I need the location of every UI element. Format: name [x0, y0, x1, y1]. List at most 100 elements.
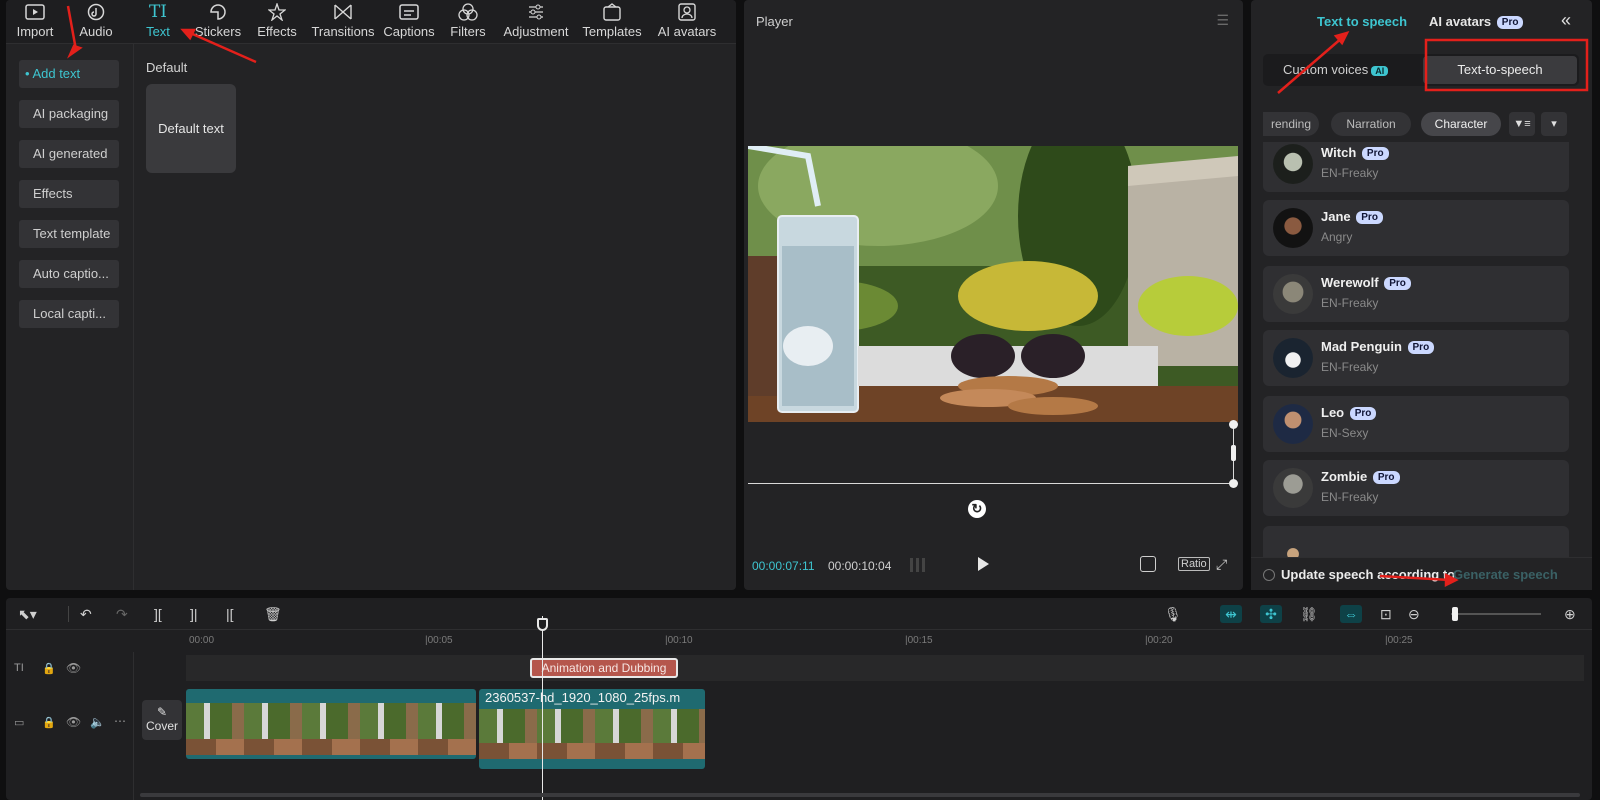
- voice-name: Werewolf Pro: [1321, 275, 1411, 291]
- tab-ai-avatars[interactable]: AI avatars Pro: [1429, 14, 1524, 30]
- tool-ai-avatars[interactable]: AI avatars: [656, 2, 718, 42]
- side-nav-ai-generated[interactable]: AI generated: [19, 140, 119, 168]
- toolbar-divider: [68, 606, 69, 622]
- eye-icon[interactable]: 👁: [66, 715, 81, 729]
- side-nav-add-text[interactable]: • Add text: [19, 60, 119, 88]
- delete-icon[interactable]: 🗑: [264, 605, 282, 623]
- eye-icon[interactable]: 👁: [66, 661, 81, 675]
- default-text-card[interactable]: Default text: [146, 84, 236, 173]
- side-nav-auto-captions[interactable]: Auto captio...: [19, 260, 119, 288]
- voice-item[interactable]: [1263, 526, 1569, 557]
- voice-item[interactable]: Mad Penguin Pro EN-Freaky: [1263, 330, 1569, 386]
- video-preview[interactable]: [748, 146, 1238, 422]
- fullscreen-fit-icon[interactable]: [1140, 556, 1156, 572]
- voice-style: EN-Freaky: [1321, 296, 1379, 310]
- filters-icon: [458, 2, 478, 22]
- resize-handle[interactable]: [1229, 479, 1238, 488]
- ratio-button[interactable]: Ratio: [1178, 557, 1210, 571]
- tool-adjustment[interactable]: Adjustment: [502, 2, 570, 42]
- tool-stickers[interactable]: Stickers: [194, 2, 242, 42]
- voice-item[interactable]: Jane Pro Angry: [1263, 200, 1569, 256]
- cover-button[interactable]: ✎ Cover: [142, 700, 182, 740]
- tab-text-to-speech[interactable]: Text to speech: [1317, 14, 1407, 29]
- video-clip-selected[interactable]: 2360537-hd_1920_1080_25fps.m: [479, 689, 705, 769]
- time-ruler[interactable]: 00:00 |00:05 |00:10 |00:15 |00:20 |00:25: [186, 630, 1586, 652]
- side-nav-local-captions[interactable]: Local capti...: [19, 300, 119, 328]
- text-track: Animation and Dubbing: [186, 655, 1584, 681]
- video-track-icon: ▭: [14, 717, 25, 729]
- zoom-in-icon[interactable]: ⊕: [1564, 605, 1576, 623]
- ruler-tick: |00:15: [905, 635, 933, 646]
- timecode-grid-icon[interactable]: [910, 558, 928, 572]
- voice-item[interactable]: Werewolf Pro EN-Freaky: [1263, 266, 1569, 322]
- playhead-handle[interactable]: [537, 618, 548, 631]
- split-right-icon[interactable]: |[: [226, 605, 234, 623]
- track-headers: TI 🔒 👁 ▭ 🔒 👁 🔈 ⋯: [6, 652, 134, 800]
- select-cursor-icon[interactable]: ⬉▾: [18, 605, 37, 623]
- lock-icon[interactable]: 🔒: [42, 662, 56, 675]
- update-speech-checkbox[interactable]: [1263, 569, 1275, 581]
- ai-avatar-icon: [678, 2, 696, 22]
- generate-speech-button[interactable]: Generate speech: [1453, 567, 1558, 582]
- tool-templates[interactable]: Templates: [582, 2, 642, 42]
- resize-handle[interactable]: [1229, 420, 1238, 429]
- tool-text[interactable]: TI Text: [142, 2, 174, 42]
- playhead[interactable]: [542, 616, 543, 800]
- magnet-link-icon[interactable]: ⇹: [1220, 605, 1242, 623]
- side-nav-effects[interactable]: Effects: [19, 180, 119, 208]
- split-icon[interactable]: ][: [154, 605, 162, 623]
- split-left-icon[interactable]: ]|: [190, 605, 198, 623]
- lock-icon[interactable]: 🔒: [42, 716, 56, 729]
- zoom-fit-icon[interactable]: ⊡: [1380, 605, 1392, 623]
- redo-icon[interactable]: ↷: [116, 605, 128, 623]
- audio-mute-icon[interactable]: 🔈: [90, 715, 105, 729]
- chip-narration[interactable]: Narration: [1331, 112, 1411, 136]
- avatar: [1273, 468, 1313, 508]
- tool-audio[interactable]: Audio: [76, 2, 116, 42]
- link-icon[interactable]: ⛓: [1300, 605, 1318, 623]
- preview-axis-icon[interactable]: ⇔: [1340, 605, 1362, 623]
- fullscreen-icon[interactable]: ⤢: [1216, 556, 1227, 573]
- zoom-slider[interactable]: [1451, 613, 1541, 615]
- voice-item[interactable]: Witch Pro EN-Freaky: [1263, 142, 1569, 192]
- timeline-toolbar: ⬉▾ ↶ ↷ ][ ]| |[ 🗑 🎙 ⇹ ✣ ⛓ ⇔ ⊡ ⊖ ⊕: [6, 598, 1592, 630]
- menu-icon[interactable]: ☰: [1216, 12, 1229, 29]
- more-icon[interactable]: ⋯: [114, 714, 126, 728]
- rotate-icon[interactable]: ↻: [968, 500, 986, 518]
- tool-transitions[interactable]: Transitions: [310, 2, 376, 42]
- voice-style: Angry: [1321, 230, 1353, 244]
- pencil-icon: ✎: [156, 705, 168, 719]
- video-clip[interactable]: [186, 689, 476, 759]
- pro-badge: Pro: [1496, 16, 1524, 30]
- text-clip[interactable]: Animation and Dubbing: [530, 658, 678, 678]
- chip-character[interactable]: Character: [1421, 112, 1501, 136]
- filter-icon[interactable]: ▼≡: [1509, 112, 1535, 136]
- voice-item[interactable]: Zombie Pro EN-Freaky: [1263, 460, 1569, 516]
- voice-name: Witch Pro: [1321, 145, 1389, 161]
- tool-filters[interactable]: Filters: [450, 2, 486, 42]
- selection-box-edge: [748, 483, 1234, 484]
- pro-badge: Pro: [1356, 211, 1383, 225]
- segment-custom-voices[interactable]: Custom voices AI: [1283, 62, 1389, 77]
- side-nav-text-template[interactable]: Text template: [19, 220, 119, 248]
- tool-effects[interactable]: Effects: [256, 2, 298, 42]
- voice-name-text: Werewolf: [1321, 275, 1379, 290]
- resize-handle[interactable]: [1231, 445, 1236, 461]
- timeline-scrollbar[interactable]: [140, 793, 1580, 797]
- zoom-out-icon[interactable]: ⊖: [1408, 605, 1420, 623]
- segment-text-to-speech[interactable]: Text-to-speech: [1423, 56, 1577, 84]
- tool-import[interactable]: Import: [14, 2, 56, 42]
- voice-item[interactable]: Leo Pro EN-Sexy: [1263, 396, 1569, 452]
- zoom-slider-knob[interactable]: [1452, 607, 1458, 621]
- chevron-down-icon[interactable]: ▾: [1541, 112, 1567, 136]
- side-nav-ai-packaging[interactable]: AI packaging: [19, 100, 119, 128]
- microphone-icon[interactable]: 🎙: [1164, 605, 1182, 623]
- snap-icon[interactable]: ✣: [1260, 605, 1282, 623]
- undo-icon[interactable]: ↶: [80, 605, 92, 623]
- speech-footer: Update speech according to Generate spee…: [1251, 557, 1592, 590]
- chip-trending[interactable]: rending: [1263, 112, 1319, 136]
- play-icon[interactable]: [978, 557, 989, 571]
- tool-captions[interactable]: Captions: [382, 2, 436, 42]
- properties-panel: Text to speech AI avatars Pro « Custom v…: [1251, 0, 1592, 590]
- collapse-icon[interactable]: «: [1561, 10, 1571, 31]
